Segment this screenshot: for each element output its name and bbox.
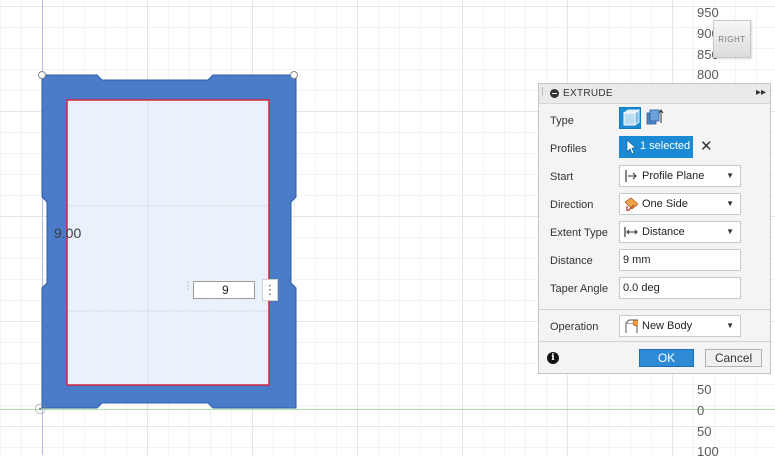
start-label: Start (550, 171, 574, 183)
profiles-selection-text: 1 selected (640, 140, 691, 152)
dimension-label: 9.00 (54, 225, 82, 241)
extrude-dialog: ⁞ EXTRUDE ▸▸ Type Profiles 1 selected ✕ … (538, 83, 771, 374)
distance-manipulator-input[interactable]: 9 (193, 281, 255, 299)
solid-extrude-icon (622, 109, 641, 126)
taper-angle-label: Taper Angle (550, 283, 609, 295)
more-options-icon[interactable]: ⋮ (262, 279, 278, 301)
chevron-down-icon: ▼ (726, 171, 734, 180)
direction-select[interactable]: One Side ▼ (619, 193, 741, 215)
divider (539, 309, 770, 310)
new-body-icon (625, 319, 638, 333)
drag-handle-icon[interactable]: ⁞ (541, 87, 544, 98)
distance-field[interactable]: 9 mm (619, 249, 741, 271)
distance-icon (624, 227, 638, 237)
chevron-down-icon: ▼ (726, 227, 734, 236)
cancel-button[interactable]: Cancel (705, 349, 762, 367)
divider (539, 341, 770, 342)
extent-type-label: Extent Type (550, 227, 608, 239)
taper-angle-field[interactable]: 0.0 deg (619, 277, 741, 299)
one-side-icon (624, 197, 638, 211)
direction-value: One Side (642, 198, 688, 210)
extent-type-value: Distance (642, 226, 685, 238)
clear-selection-icon[interactable]: ✕ (700, 137, 713, 155)
input-grip-icon[interactable]: ⋮ (183, 281, 193, 299)
chevron-down-icon: ▼ (726, 199, 734, 208)
start-value: Profile Plane (642, 170, 705, 182)
start-select[interactable]: Profile Plane ▼ (619, 165, 741, 187)
thin-extrude-icon (646, 109, 664, 125)
profile-region (66, 99, 270, 386)
collapse-icon[interactable] (550, 89, 559, 98)
info-icon[interactable]: i (547, 352, 559, 364)
dialog-header[interactable]: ⁞ EXTRUDE ▸▸ (539, 84, 770, 104)
cursor-arrow-icon (626, 139, 637, 155)
profiles-label: Profiles (550, 143, 587, 155)
profile-plane-icon (625, 170, 637, 182)
sketch-point (38, 71, 46, 79)
expand-icon[interactable]: ▸▸ (756, 87, 766, 98)
distance-label: Distance (550, 255, 593, 267)
chevron-down-icon: ▼ (726, 321, 734, 330)
sketch-point (290, 71, 298, 79)
dialog-title: EXTRUDE (563, 88, 613, 99)
distance-value: 9 mm (623, 254, 651, 266)
operation-label: Operation (550, 321, 599, 333)
origin-icon: ☉ (34, 401, 47, 417)
profiles-selection-button[interactable]: 1 selected (619, 136, 693, 158)
extent-type-select[interactable]: Distance ▼ (619, 221, 741, 243)
ok-button[interactable]: OK (639, 349, 694, 367)
operation-select[interactable]: New Body ▼ (619, 315, 741, 337)
type-label: Type (550, 115, 574, 127)
taper-angle-value: 0.0 deg (623, 282, 660, 294)
type-thin-button[interactable] (644, 107, 666, 129)
type-solid-button[interactable] (619, 107, 641, 129)
direction-label: Direction (550, 199, 594, 211)
operation-value: New Body (642, 320, 693, 332)
